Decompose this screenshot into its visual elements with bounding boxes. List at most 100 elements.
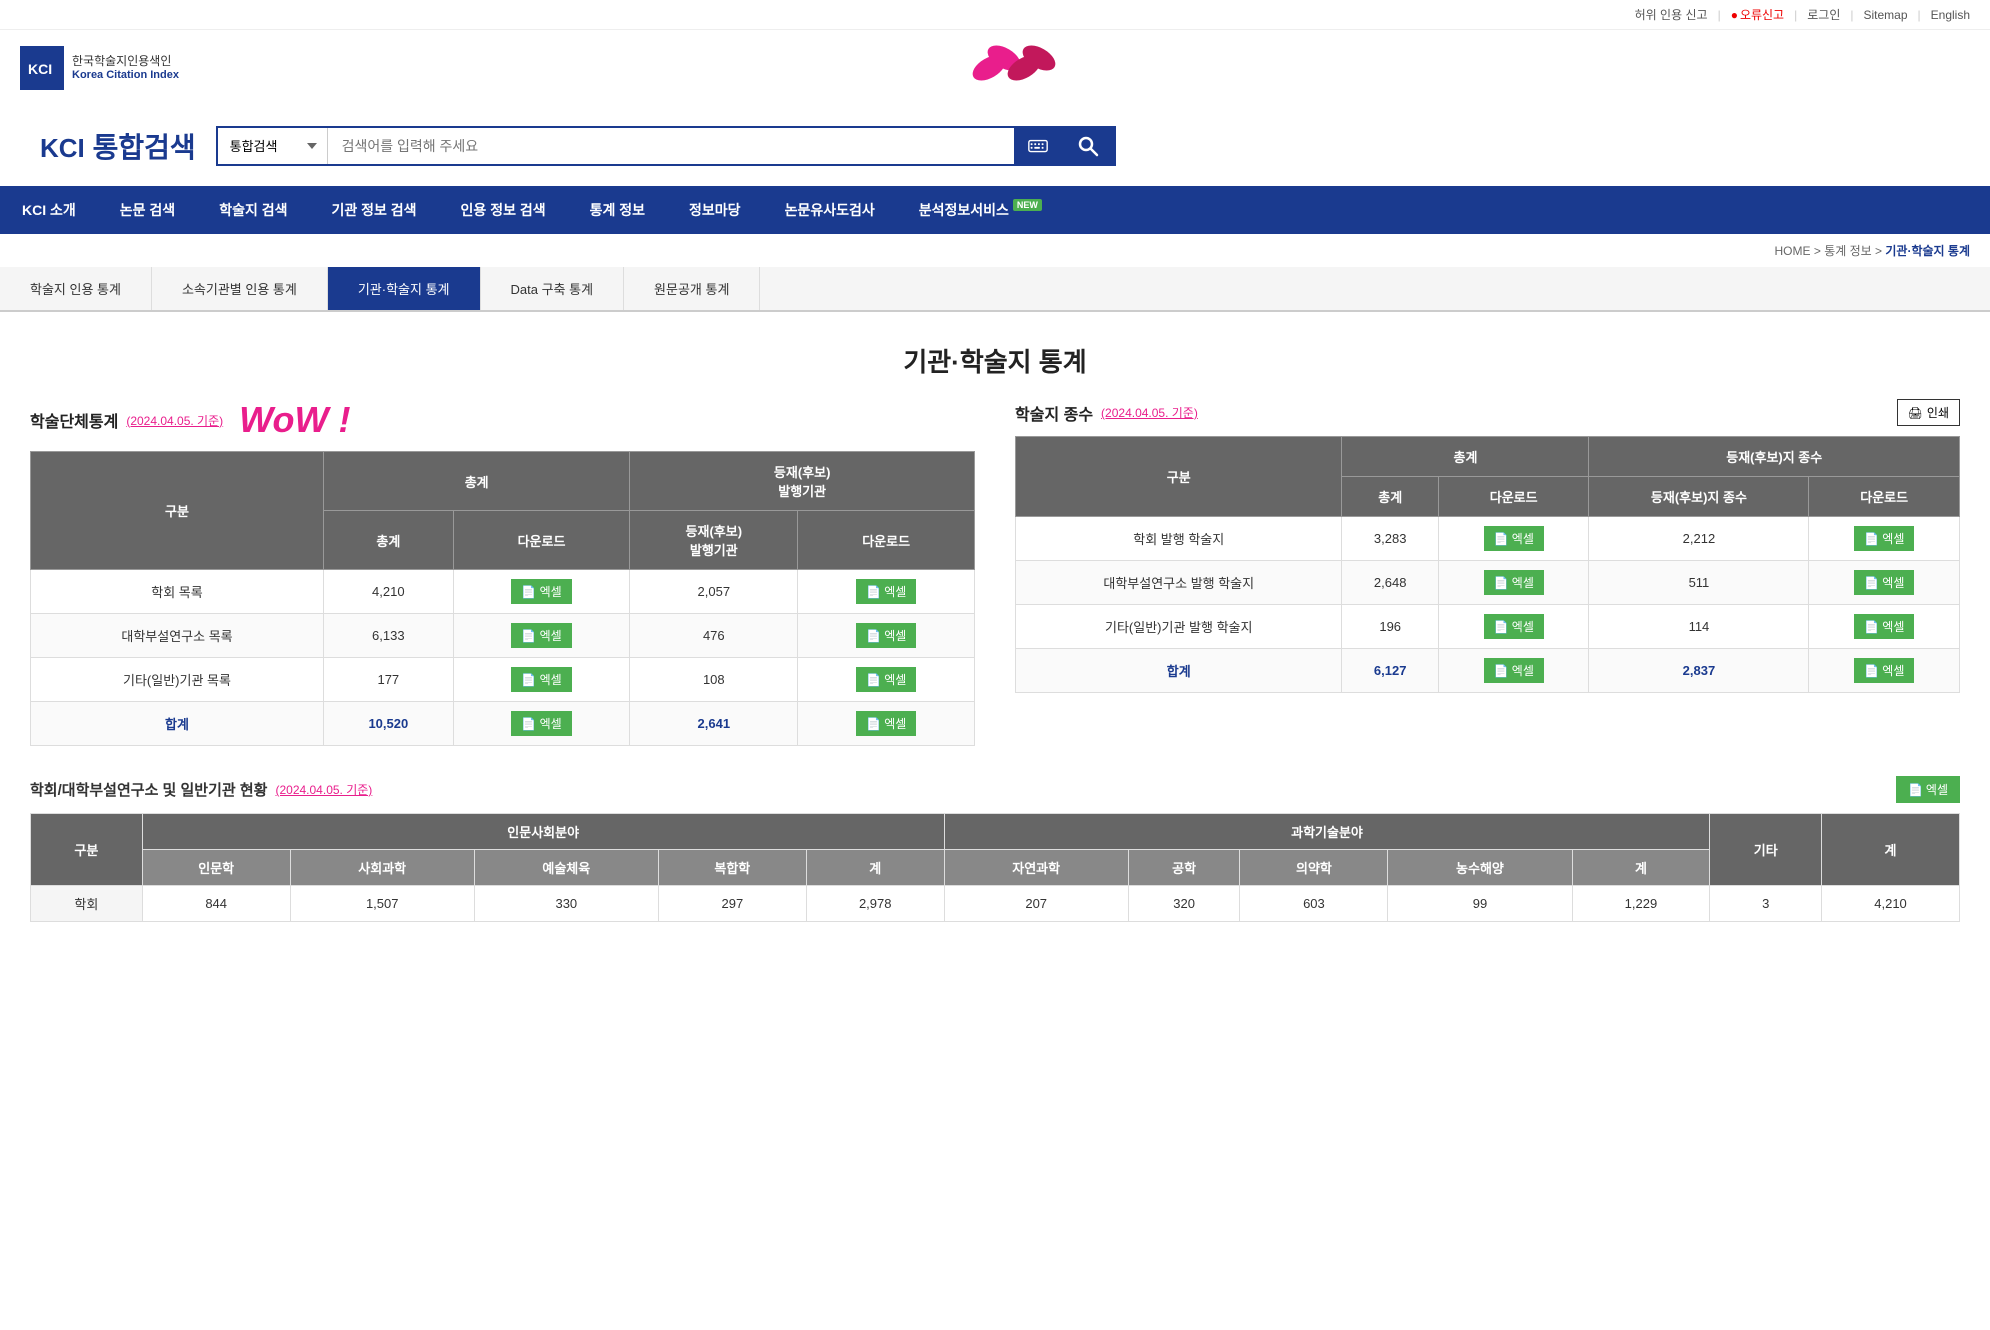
excel-download-button[interactable]: 📄 엑셀 — [1854, 570, 1914, 595]
excel-download-button[interactable]: 📄 엑셀 — [856, 711, 916, 736]
nav-stats[interactable]: 통계 정보 — [568, 186, 667, 234]
stats-row: 학술단체통계 (2024.04.05. 기준) WoW ! 구분 총계 등재(후… — [30, 399, 1960, 746]
excel-download-button[interactable]: 📄 엑셀 — [511, 579, 571, 604]
top-bar: 허위 인용 신고 | ●오류신고 | 로그인 | Sitemap | Engli… — [0, 0, 1990, 30]
row-label: 기타(일반)기관 발행 학술지 — [1016, 605, 1342, 649]
cell-social: 1,507 — [290, 886, 474, 922]
total-row: 합계 10,520 📄 엑셀 2,641 📄 엑셀 — [31, 702, 975, 746]
integrated-search-label: 통합검색 — [93, 132, 196, 163]
col-humanities-group: 인문사회분야 — [142, 814, 944, 850]
nav-similarity[interactable]: 논문유사도검사 — [763, 186, 897, 234]
excel-download-button[interactable]: 📄 엑셀 — [1484, 614, 1544, 639]
header-center-decoration — [179, 38, 1830, 98]
nav-citation-search[interactable]: 인용 정보 검색 — [439, 186, 568, 234]
logo-english: Korea Citation Index — [72, 69, 179, 82]
academic-stats-date[interactable]: (2024.04.05. 기준) — [126, 412, 223, 429]
col-registered-group: 등재(후보)발행기관 — [630, 452, 975, 511]
fake-citation-link[interactable]: 허위 인용 신고 — [1635, 6, 1708, 23]
kci-logo-icon: KCI — [24, 50, 60, 86]
col-natural: 자연과학 — [944, 850, 1128, 886]
row-registered: 2,057 — [630, 570, 798, 614]
page-title: 기관·학술지 통계 — [0, 312, 1990, 399]
subnav-journal-citation[interactable]: 학술지 인용 통계 — [0, 267, 152, 310]
divider2: | — [1794, 8, 1797, 22]
total-label: 합계 — [1016, 649, 1342, 693]
institution-stats-title: 학회/대학부설연구소 및 일반기관 현황 — [30, 779, 267, 800]
excel-download-button[interactable]: 📄 엑셀 — [511, 667, 571, 692]
institution-stats-header: 학회/대학부설연구소 및 일반기관 현황 (2024.04.05. 기준) 📄 … — [30, 776, 1960, 803]
row-registered: 114 — [1589, 605, 1809, 649]
breadcrumb-stats[interactable]: 통계 정보 — [1824, 244, 1872, 258]
institution-excel-button[interactable]: 📄 엑셀 — [1896, 776, 1960, 803]
subnav-institution-citation[interactable]: 소속기관별 인용 통계 — [152, 267, 328, 310]
col-medicine: 의약학 — [1240, 850, 1388, 886]
row-label: 대학부설연구소 발행 학술지 — [1016, 561, 1342, 605]
row-total: 4,210 — [324, 570, 454, 614]
col-humanities-total: 계 — [806, 850, 944, 886]
institution-stats-date[interactable]: (2024.04.05. 기준) — [275, 781, 372, 798]
excel-download-button[interactable]: 📄 엑셀 — [511, 711, 571, 736]
english-link[interactable]: English — [1931, 8, 1970, 22]
table-row: 학회 844 1,507 330 297 2,978 207 320 603 9… — [31, 886, 1960, 922]
col-total-download: 다운로드 — [1438, 477, 1589, 517]
error-report-link[interactable]: ●오류신고 — [1731, 6, 1784, 23]
cell-engineering: 320 — [1128, 886, 1240, 922]
search-title: KCI 통합검색 — [40, 126, 196, 166]
search-type-select[interactable]: 통합검색 — [218, 128, 328, 164]
excel-download-button[interactable]: 📄 엑셀 — [856, 623, 916, 648]
breadcrumb-sep1: > — [1814, 244, 1824, 258]
nav-institution-search[interactable]: 기관 정보 검색 — [309, 186, 438, 234]
print-button[interactable]: 🖨 인쇄 — [1897, 399, 1960, 426]
col-engineering: 공학 — [1128, 850, 1240, 886]
row-label: 학회 목록 — [31, 570, 324, 614]
nav-analysis[interactable]: 분석정보서비스NEW — [897, 186, 1064, 234]
logo-korean: 한국학술지인용색인 — [72, 54, 179, 68]
nav-info-square[interactable]: 정보마당 — [667, 186, 763, 234]
journal-stats-date[interactable]: (2024.04.05. 기준) — [1101, 404, 1198, 421]
journal-stats-table: 구분 총계 등재(후보)지 종수 총계 다운로드 등재(후보)지 종수 다운로드… — [1015, 436, 1960, 693]
breadcrumb-home[interactable]: HOME — [1775, 244, 1811, 258]
logo-text: 한국학술지인용색인 Korea Citation Index — [72, 54, 179, 82]
row-total: 196 — [1342, 605, 1438, 649]
col-etc: 기타 — [1710, 814, 1822, 886]
keyboard-button[interactable] — [1014, 128, 1062, 164]
search-box: 통합검색 — [216, 126, 1116, 166]
cell-complex: 297 — [658, 886, 806, 922]
subnav-data-stats[interactable]: Data 구축 통계 — [481, 267, 625, 310]
nav-paper-search[interactable]: 논문 검색 — [98, 186, 197, 234]
nav-kci-intro[interactable]: KCI 소개 — [0, 186, 98, 234]
col-registered-count: 등재(후보)발행기관 — [630, 511, 798, 570]
col-total-count: 총계 — [324, 511, 454, 570]
search-button[interactable] — [1062, 128, 1114, 164]
total-registered: 2,641 — [630, 702, 798, 746]
cell-total: 4,210 — [1822, 886, 1960, 922]
excel-download-button[interactable]: 📄 엑셀 — [856, 579, 916, 604]
svg-text:KCI: KCI — [28, 61, 52, 77]
excel-download-button[interactable]: 📄 엑셀 — [511, 623, 571, 648]
total-value: 6,127 — [1342, 649, 1438, 693]
excel-download-button[interactable]: 📄 엑셀 — [1854, 614, 1914, 639]
header: KCI 한국학술지인용색인 Korea Citation Index — [0, 30, 1990, 106]
keyboard-icon — [1027, 135, 1049, 157]
content: 학술단체통계 (2024.04.05. 기준) WoW ! 구분 총계 등재(후… — [0, 399, 1990, 952]
subnav-institution-journal[interactable]: 기관·학술지 통계 — [328, 267, 481, 310]
col-total-group: 총계 — [324, 452, 630, 511]
search-input[interactable] — [328, 128, 1014, 164]
row-total: 6,133 — [324, 614, 454, 658]
login-link[interactable]: 로그인 — [1807, 6, 1840, 23]
total-label: 합계 — [31, 702, 324, 746]
excel-download-button[interactable]: 📄 엑셀 — [1854, 526, 1914, 551]
excel-download-button[interactable]: 📄 엑셀 — [1484, 526, 1544, 551]
excel-download-button[interactable]: 📄 엑셀 — [856, 667, 916, 692]
row-label: 기타(일반)기관 목록 — [31, 658, 324, 702]
sitemap-link[interactable]: Sitemap — [1863, 8, 1907, 22]
academic-stats-table: 구분 총계 등재(후보)발행기관 총계 다운로드 등재(후보)발행기관 다운로드… — [30, 451, 975, 746]
breadcrumb-sep2: > — [1875, 244, 1885, 258]
search-icon — [1076, 134, 1100, 158]
excel-download-button[interactable]: 📄 엑셀 — [1484, 658, 1544, 683]
subnav-open-access[interactable]: 원문공개 통계 — [624, 267, 760, 310]
nav-journal-search[interactable]: 학술지 검색 — [197, 186, 309, 234]
excel-download-button[interactable]: 📄 엑셀 — [1854, 658, 1914, 683]
col-registered-download: 다운로드 — [1809, 477, 1960, 517]
excel-download-button[interactable]: 📄 엑셀 — [1484, 570, 1544, 595]
